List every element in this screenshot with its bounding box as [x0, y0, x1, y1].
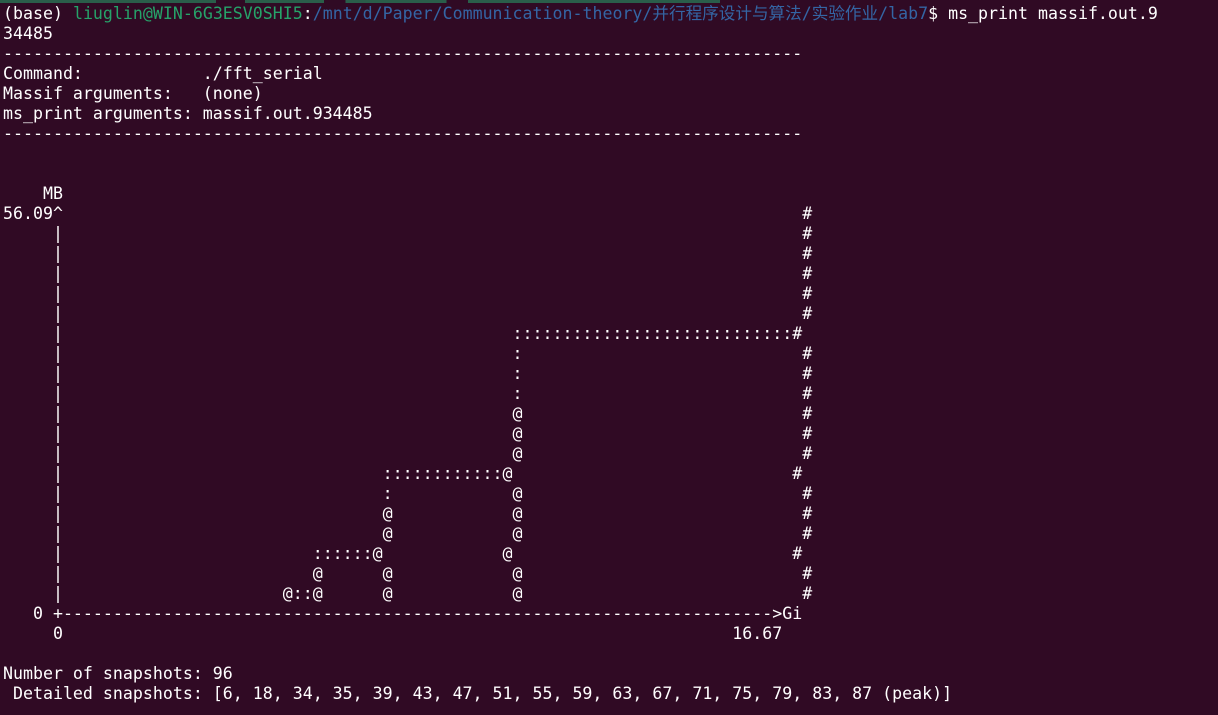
graph-row: | @ @ #: [3, 524, 813, 543]
graph-row: | : #: [3, 384, 813, 403]
info-ms-print-args: ms_print arguments: massif.out.934485: [3, 104, 373, 123]
graph-row: | @ @ @ #: [3, 564, 813, 583]
user-host: liuglin@WIN-6G3ESV0SHI5: [72, 4, 303, 23]
graph-row: | #: [3, 304, 813, 323]
command-text: ms_print massif.out.9: [948, 4, 1158, 23]
graph-row: | @ #: [3, 424, 813, 443]
graph-row: | #: [3, 284, 813, 303]
divider-top: ----------------------------------------…: [3, 44, 803, 63]
graph-y-unit: MB: [3, 184, 63, 203]
prompt-line: (base) liuglin@WIN-6G3ESV0SHI5:/mnt/d/Pa…: [3, 4, 1158, 24]
info-massif-args: Massif arguments: (none): [3, 84, 263, 103]
divider-bottom: ----------------------------------------…: [3, 124, 803, 143]
conda-env: (base): [3, 4, 63, 23]
graph-row: | #: [3, 264, 813, 283]
graph-row: | @::@ @ @ #: [3, 584, 813, 603]
snapshot-count: Number of snapshots: 96: [3, 664, 233, 683]
graph-row: | #: [3, 244, 813, 263]
prompt-symbol: $: [928, 4, 939, 23]
graph-row: | @ #: [3, 444, 813, 463]
command-wrap-line: 34485: [3, 24, 53, 43]
working-directory: /mnt/d/Paper/Communication-theory/并行程序设计…: [312, 4, 929, 23]
memory-graph: MB 56.09^ # | # | # | # | # | # |::::::…: [3, 184, 1158, 644]
terminal-window[interactable]: (base) liuglin@WIN-6G3ESV0SHI5:/mnt/d/Pa…: [3, 4, 1158, 704]
graph-x-ticks: 0 16.67: [3, 624, 783, 643]
detailed-snapshots: Detailed snapshots: [6, 18, 34, 35, 39, …: [3, 684, 953, 703]
graph-x-axis: 0 +-------------------------------------…: [3, 604, 803, 623]
scrolled-previous-output: [0, 0, 720, 3]
graph-row: | ::::::::::::::::::::::::::::#: [3, 324, 803, 343]
graph-row: | #: [3, 224, 813, 243]
graph-row: | ::::::@ @ #: [3, 544, 803, 563]
graph-row: | : #: [3, 344, 813, 363]
graph-row: | @ #: [3, 404, 813, 423]
info-command: Command: ./fft_serial: [3, 64, 323, 83]
prompt-separator: :: [302, 4, 313, 23]
graph-row: | : @ #: [3, 484, 813, 503]
graph-row: | @ @ #: [3, 504, 813, 523]
graph-peak-row: 56.09^ #: [3, 204, 813, 223]
graph-row: | ::::::::::::@ #: [3, 464, 803, 483]
graph-row: | : #: [3, 364, 813, 383]
